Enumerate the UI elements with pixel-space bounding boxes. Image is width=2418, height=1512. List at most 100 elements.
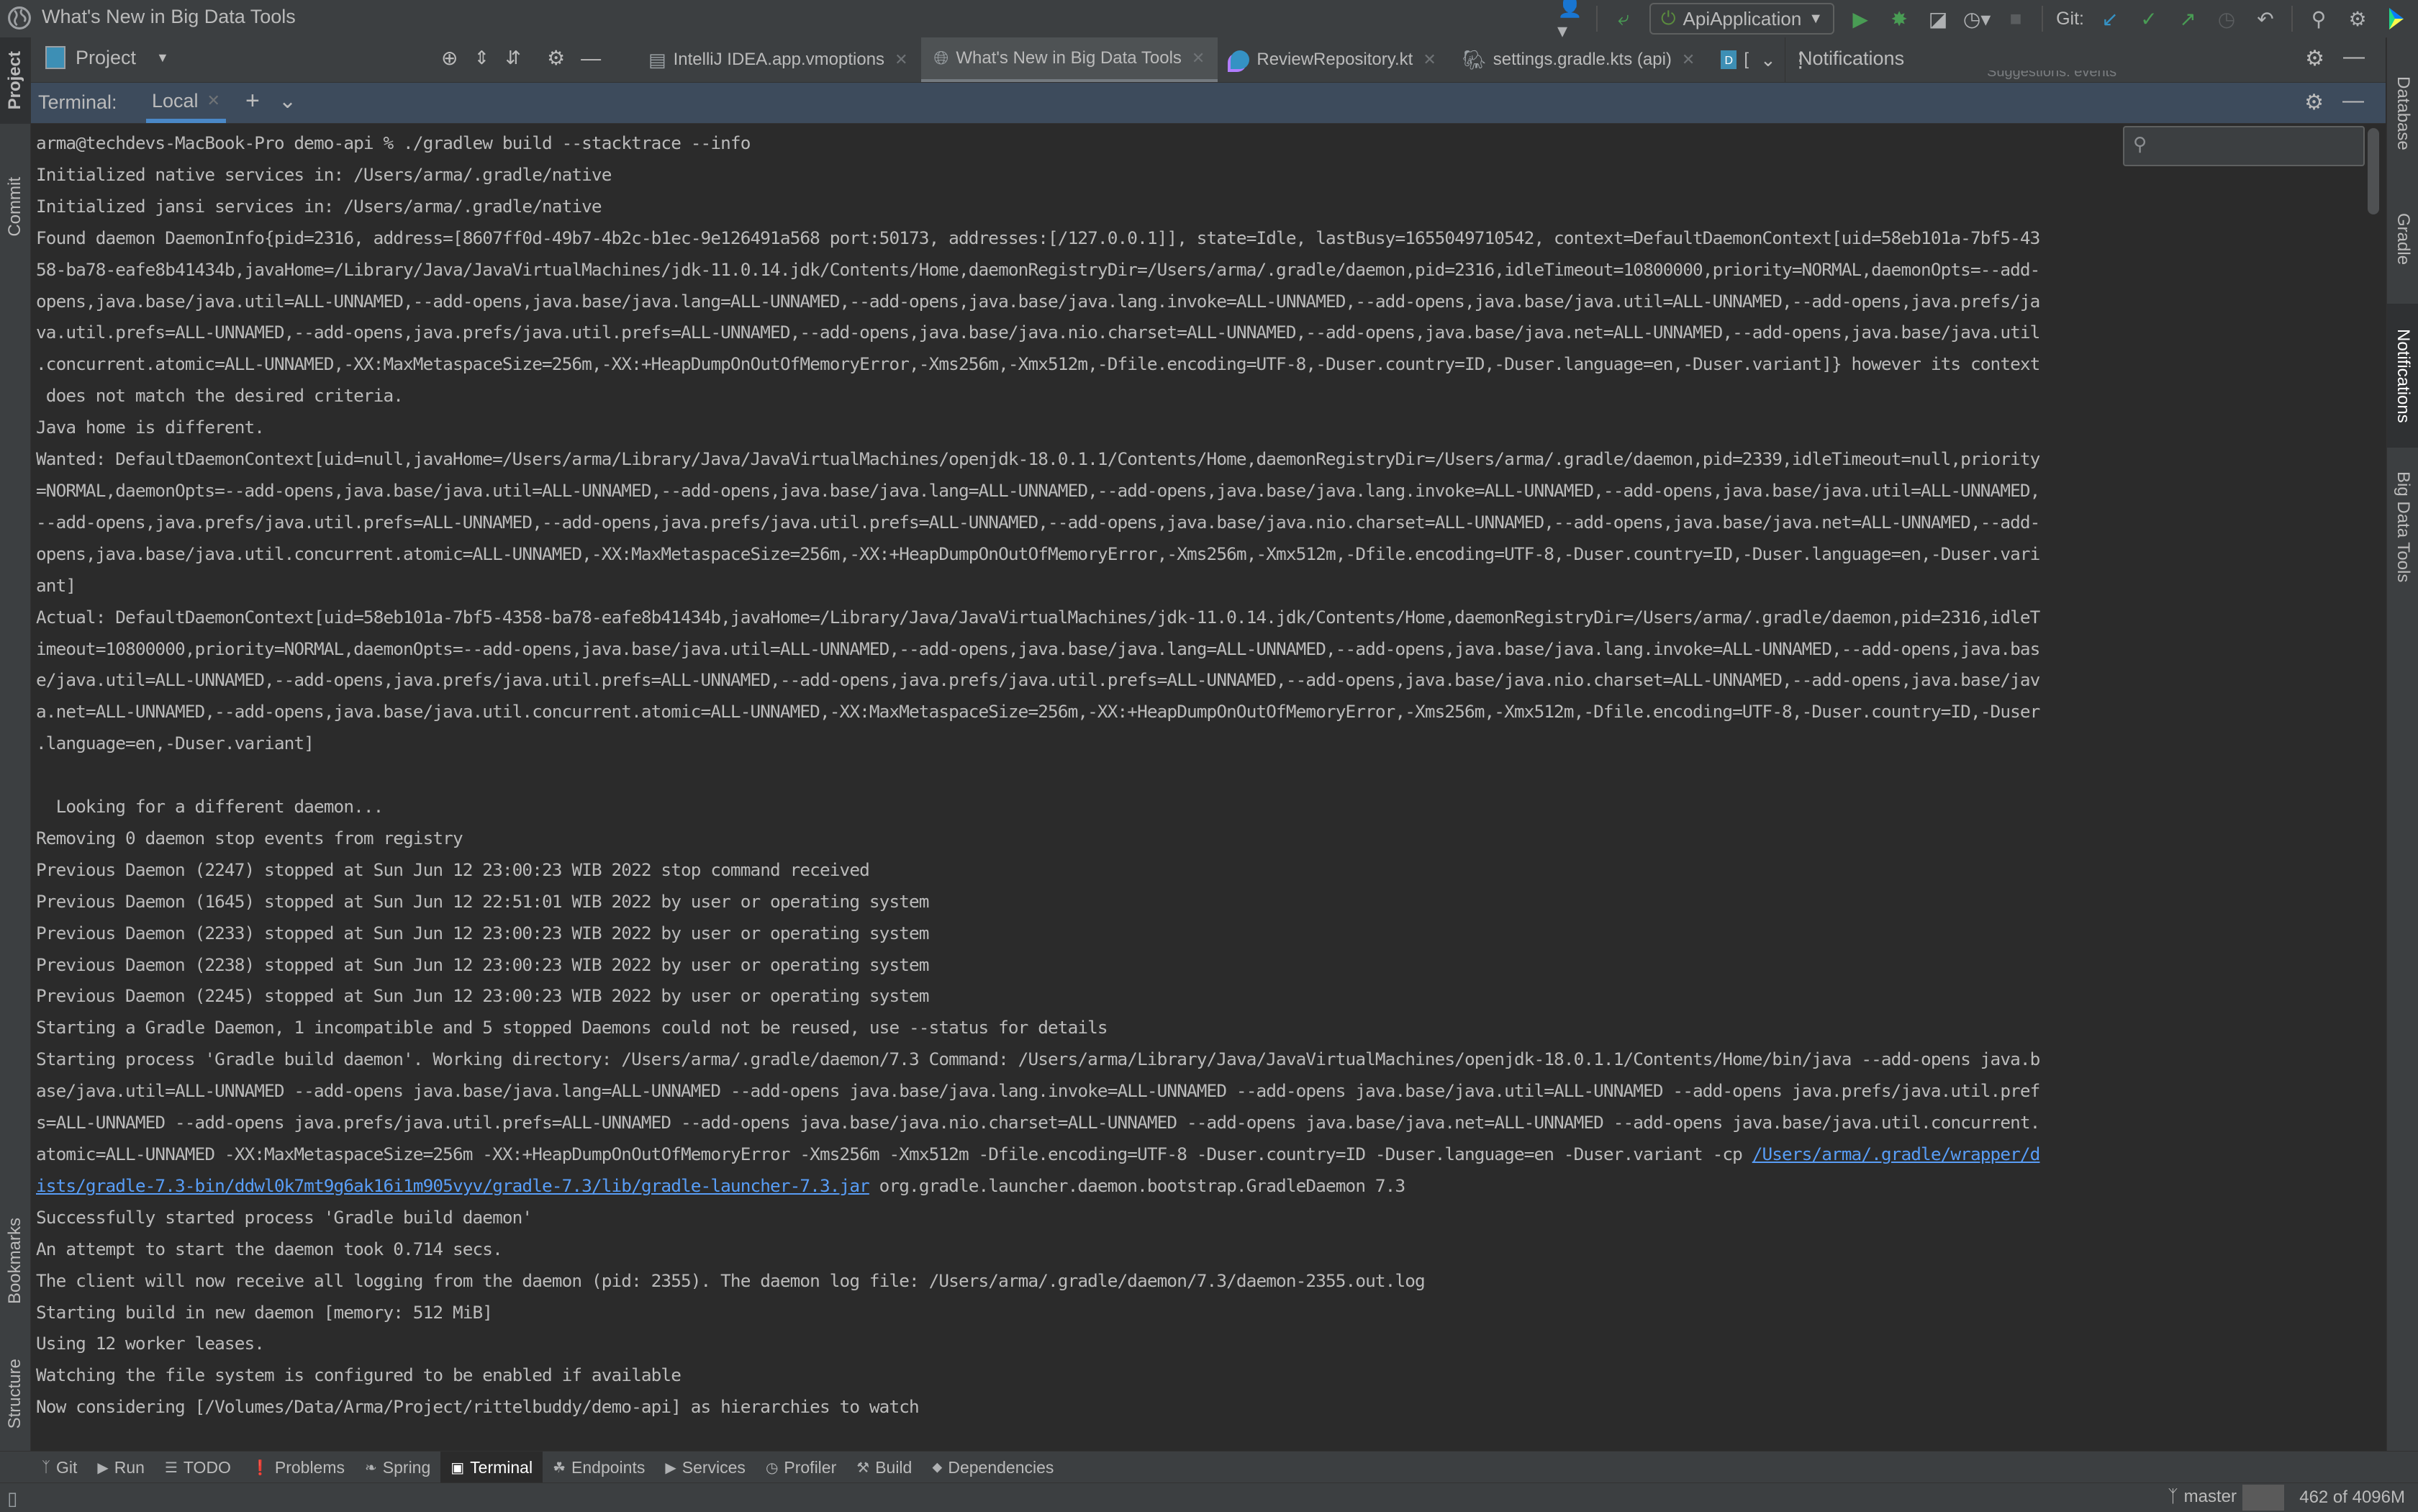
terminal-line: Previous Daemon (2247) stopped at Sun Ju… [36,859,870,880]
status-bar: ▯ ᛉ master 462 of 4096M [0,1482,2418,1512]
terminal-line: atomic=ALL-UNNAMED -XX:MaxMetaspaceSize=… [36,1144,2041,1164]
tool-window-bookmarks[interactable]: Bookmarks [0,1189,30,1333]
file-path-link[interactable]: /Users/arma/.gradle/wrapper/d [1752,1144,2041,1164]
settings-gear-icon[interactable]: ⚙ [2345,6,2371,32]
tool-window-project[interactable]: Project [0,37,30,124]
toolbar-separator [2042,6,2044,32]
terminal-line: ant] [36,574,76,596]
settings-gear-icon[interactable]: ⚙ [2305,46,2324,71]
endpoints-icon: ☘ [553,1459,566,1476]
tool-window-services[interactable]: ▶ Services [655,1452,756,1483]
close-icon[interactable]: ✕ [895,50,907,69]
git-update-icon[interactable]: ↙ [2097,6,2123,32]
terminal-header: Terminal: Local ✕ + ⌄ ⚙ — [31,83,2386,124]
spring-boot-icon: ⏻ [1660,7,1676,29]
terminal-search-input[interactable]: ⚲ [2123,126,2365,166]
chevron-down-icon: ▼ [1808,10,1824,27]
git-commit-icon[interactable]: ✓ [2136,6,2162,32]
terminal-line: Looking for a different daemon... [36,796,384,818]
tool-window-label: Endpoints [571,1457,646,1477]
new-terminal-tab-icon[interactable]: + [245,87,260,115]
settings-gear-icon[interactable]: ⚙ [2304,90,2324,115]
jetbrains-toolbox-icon[interactable] [2383,6,2409,32]
services-icon: ▶ [665,1459,676,1476]
collapse-all-icon[interactable]: ⇵ [505,47,521,69]
git-branch-name: master [2183,1487,2237,1506]
close-icon[interactable]: ✕ [207,91,220,110]
select-opened-file-icon[interactable]: ⊕ [441,46,458,70]
stop-icon[interactable]: ■ [2003,6,2029,32]
tool-window-endpoints[interactable]: ☘ Endpoints [543,1452,655,1483]
chevron-down-icon[interactable]: ⌄ [279,89,296,114]
profile-icon[interactable]: ◷▾ [1963,6,1991,32]
terminal-line: Actual: DefaultDaemonContext[uid=58eb101… [36,606,2040,628]
terminal-line: Successfully started process 'Gradle bui… [36,1206,533,1228]
toggle-tool-windows-icon[interactable]: ▯ [7,1488,17,1510]
tool-window-spring[interactable]: ❧ Spring [355,1452,440,1483]
terminal-line: 58-ba78-eafe8b41434b,javaHome=/Library/J… [36,258,2040,280]
editor-tab[interactable]: ReviewRepository.kt ✕ [1218,37,1449,82]
expand-all-icon[interactable]: ⇕ [474,47,489,69]
tool-window-git[interactable]: ᛉ Git [32,1452,87,1483]
terminal-line: Previous Daemon (2245) stopped at Sun Ju… [36,985,930,1007]
terminal-tab-local[interactable]: Local ✕ [146,83,226,123]
tool-window-build[interactable]: ⚒ Build [846,1452,922,1483]
tool-window-terminal[interactable]: ▣ Terminal [440,1452,543,1483]
terminal-output[interactable]: arma@techdevs-MacBook-Pro demo-api % ./g… [31,124,2365,1450]
tool-window-notifications[interactable]: Notifications [2387,304,2418,448]
show-hidden-tabs-button[interactable]: ⌄ [1753,37,1783,82]
terminal-line: Wanted: DefaultDaemonContext[uid=null,ja… [36,448,2040,470]
editor-tab[interactable]: ▤ IntelliJ IDEA.app.vmoptions ✕ [635,37,921,82]
memory-indicator[interactable]: 462 of 4096M [2242,1485,2409,1511]
debug-icon[interactable]: ✸ [1886,6,1912,32]
tool-window-problems[interactable]: ❗ Problems [241,1452,355,1483]
user-account-icon[interactable]: 👤▾ [1557,0,1583,42]
close-icon[interactable]: ✕ [1682,50,1695,69]
close-icon[interactable]: ✕ [1423,50,1436,69]
build-hammer-icon[interactable]: ⤶ [1611,6,1636,32]
git-branch-widget[interactable]: ᛉ master [2168,1487,2237,1507]
tool-window-run[interactable]: ▶ Run [87,1452,155,1483]
terminal-line: Previous Daemon (1645) stopped at Sun Ju… [36,890,930,912]
tool-window-dependencies[interactable]: ⬥ Dependencies [922,1452,1064,1483]
editor-tab-label: settings.gradle.kts (api) [1493,50,1672,69]
tool-window-label: Build [875,1457,913,1477]
terminal-tab-label: Local [152,89,199,112]
git-push-icon[interactable]: ↗ [2175,6,2201,32]
terminal-text: arma@techdevs-MacBook-Pro demo-api % ./g… [36,127,2365,1423]
terminal-line: An attempt to start the daemon took 0.71… [36,1238,503,1259]
run-with-coverage-icon[interactable]: ◪ [1925,6,1951,32]
settings-gear-icon[interactable]: ⚙ [547,46,565,70]
title-bar: What's New in Big Data Tools 👤▾ ⤶ ⏻ ApiA… [0,0,2418,42]
git-history-icon[interactable]: ◷ [2214,6,2240,32]
tool-window-big-data-tools[interactable]: Big Data Tools [2387,455,2418,599]
terminal-line: va.util.prefs=ALL-UNNAMED,--add-opens,ja… [36,322,2040,343]
terminal-scrollbar[interactable] [2368,128,2379,214]
tool-window-commit[interactable]: Commit [0,145,30,268]
tool-window-structure[interactable]: Structure [0,1333,30,1455]
git-branch-icon: ᛉ [2168,1487,2178,1506]
editor-tab-active[interactable]: 🌐︎ What's New in Big Data Tools ✕ [920,37,1218,82]
search-icon[interactable]: ⚲ [2306,6,2332,32]
tool-window-database[interactable]: Database [2387,52,2418,174]
editor-tab-label: [ [1744,50,1749,69]
file-path-link[interactable]: ists/gradle-7.3-bin/ddwl0k7mt9g6ak16i1m9… [36,1175,870,1196]
hide-panel-icon[interactable]: — [581,47,601,70]
tool-window-todo[interactable]: ☰ TODO [155,1452,241,1483]
tool-window-label: Profiler [784,1457,837,1477]
editor-tab-label: IntelliJ IDEA.app.vmoptions [673,50,885,69]
close-icon[interactable]: ✕ [1192,49,1205,68]
run-configuration-select[interactable]: ⏻ ApiApplication ▼ [1649,3,1835,35]
tool-window-gradle[interactable]: Gradle [2387,181,2418,296]
run-icon[interactable]: ▶ [1847,6,1873,32]
hide-panel-icon[interactable]: — [2342,89,2364,113]
terminal-icon: ▣ [450,1459,465,1476]
git-rollback-icon[interactable]: ↶ [2252,6,2278,32]
project-view-selector[interactable]: Project ▼ [45,46,169,69]
editor-tab[interactable]: D [ [1708,37,1753,82]
editor-tab[interactable]: 🐘︎ settings.gradle.kts (api) ✕ [1449,37,1708,82]
tool-window-label: TODO [183,1457,231,1477]
main-toolbar: 👤▾ ⤶ ⏻ ApiApplication ▼ ▶ ✸ ◪ ◷▾ ■ Git: … [1557,0,2409,42]
hide-panel-icon[interactable]: — [2343,45,2365,69]
tool-window-profiler[interactable]: ◷ Profiler [756,1452,846,1483]
